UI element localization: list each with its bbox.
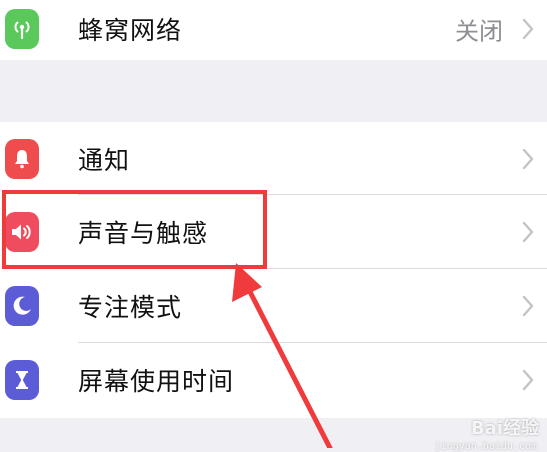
arrow-annotation	[232, 263, 333, 448]
watermark-url: jingyan.baidu.com	[434, 441, 537, 452]
watermark: Bai经验	[470, 418, 539, 439]
